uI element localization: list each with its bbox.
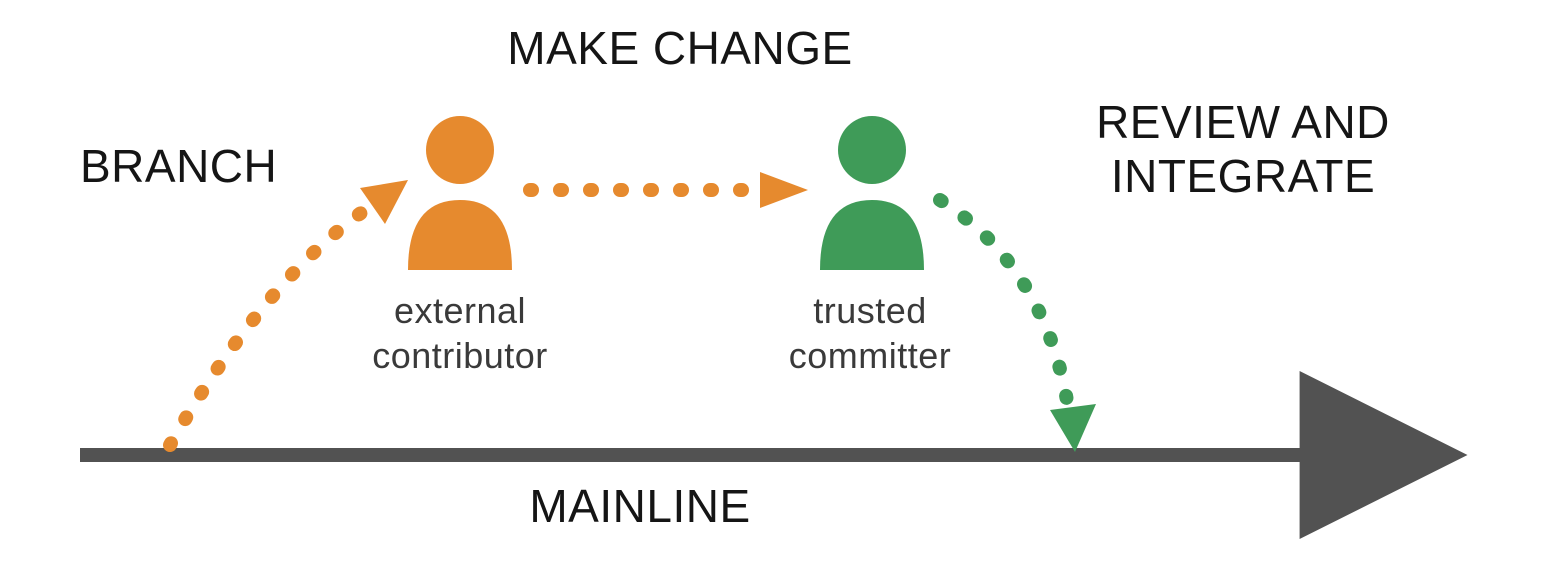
diagram-stage: BRANCH MAKE CHANGE REVIEW AND INTEGRATE …	[0, 0, 1548, 576]
arrow-contributor-to-committer	[530, 172, 808, 208]
person-icon-external-contributor	[408, 116, 512, 270]
person-icon-trusted-committer	[820, 116, 924, 270]
workflow-diagram	[0, 0, 1548, 576]
arrow-committer-to-mainline	[940, 200, 1096, 452]
arrow-branch-to-contributor	[170, 180, 408, 445]
